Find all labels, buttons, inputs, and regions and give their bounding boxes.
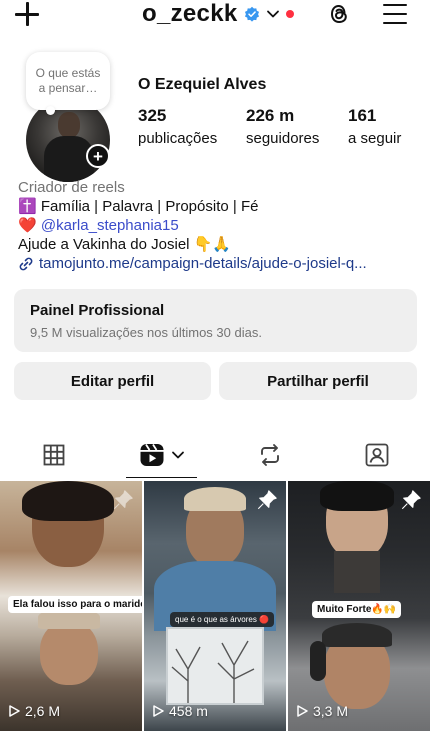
professional-dashboard[interactable]: Painel Profissional 9,5 M visualizações … (14, 289, 417, 352)
note-bubble[interactable]: O que estás a pensar… (26, 52, 110, 110)
reposts-icon (260, 444, 279, 466)
tab-posts[interactable] (0, 432, 107, 478)
posts-grid-icon (43, 444, 64, 466)
reels-grid: Ela falou isso para o marido 😮 2,6 M que… (0, 481, 430, 738)
pin-icon (401, 490, 421, 510)
stat-label: a seguir (348, 130, 402, 147)
stat-value: 226 m (246, 106, 295, 125)
stat-following[interactable]: 161 a seguir (348, 106, 401, 147)
stat-value: 161 (348, 106, 377, 125)
neck-tattoo-image (334, 551, 380, 593)
tagged-icon (365, 443, 388, 467)
bio-link-text: tamojunto.me/campaign-details/ajude-o-jo… (39, 255, 367, 272)
bio-mention-line: ❤️ @karla_stephania15 (18, 216, 418, 235)
reel-views: 458 m (152, 703, 208, 719)
tab-reels[interactable] (108, 432, 215, 478)
reel-views: 2,6 M (8, 703, 60, 719)
heart-emoji: ❤️ (18, 217, 37, 234)
reel-caption: Ela falou isso para o marido 😮 (8, 596, 142, 613)
play-icon (297, 705, 308, 717)
person-image (40, 621, 98, 685)
top-bar: o_zeckk (0, 0, 430, 30)
bio-link[interactable]: tamojunto.me/campaign-details/ajude-o-jo… (18, 254, 418, 273)
bio-line: Ajude a Vakinha do Josiel 👇🙏 (18, 236, 232, 253)
reel-thumbnail[interactable]: Ela falou isso para o marido 😮 2,6 M (0, 481, 142, 731)
stat-posts[interactable]: 325 publicações (138, 106, 217, 147)
note-placeholder: O que estás a pensar… (35, 66, 101, 95)
stat-label: publicações (138, 130, 218, 147)
notification-dot (285, 10, 294, 18)
views-count: 2,6 M (25, 703, 61, 719)
reel-thumbnail[interactable]: Muito Forte🔥🙌 3,3 M (288, 481, 430, 731)
bio-category: Criador de reels (18, 179, 125, 196)
tree-branches-icon (171, 640, 255, 703)
play-icon (9, 705, 20, 717)
hair-image (22, 481, 114, 521)
link-icon (19, 257, 33, 270)
edit-profile-button[interactable]: Editar perfil (14, 362, 211, 400)
dashboard-subtitle: 9,5 M visualizações nos últimos 30 dias. (30, 325, 262, 340)
hamburger-menu-icon[interactable] (383, 3, 407, 25)
dashboard-title: Painel Profissional (30, 302, 165, 319)
verified-badge-icon (244, 6, 259, 22)
bio-line: ✝️ Família | Palavra | Propósito | Fé (18, 198, 259, 215)
reel-caption: Muito Forte🔥🙌 (312, 601, 402, 618)
account-switcher[interactable]: o_zeckk (142, 0, 294, 28)
headphones-image (310, 641, 326, 681)
reels-icon (140, 444, 163, 466)
stat-followers[interactable]: 226 m seguidores (246, 106, 319, 147)
username: o_zeckk (142, 0, 238, 27)
views-count: 3,3 M (313, 703, 349, 719)
chevron-down-icon[interactable] (266, 7, 280, 21)
pin-icon (257, 490, 277, 510)
tab-tagged[interactable] (323, 432, 430, 478)
bio-mention-link[interactable]: @karla_stephania15 (41, 217, 179, 234)
profile-tabs (0, 432, 430, 478)
note-bubble-tail (46, 106, 55, 115)
hair-image (320, 481, 394, 511)
views-count: 458 m (169, 703, 208, 719)
chevron-down-icon (171, 451, 184, 459)
reel-caption: que é o que as árvores 🔴 (170, 612, 275, 627)
tab-reposts[interactable] (216, 432, 323, 478)
pin-icon (113, 490, 133, 510)
play-icon (153, 705, 164, 717)
profile-avatar[interactable]: + (26, 98, 110, 182)
avatar (26, 98, 110, 182)
reel-thumbnail[interactable]: que é o que as árvores 🔴 458 m (144, 481, 286, 731)
reel-views: 3,3 M (296, 703, 348, 719)
share-profile-button[interactable]: Partilhar perfil (219, 362, 417, 400)
plus-icon[interactable] (14, 1, 40, 27)
tree-image (166, 627, 264, 705)
cap-image (184, 487, 246, 511)
bio: Criador de reels ✝️ Família | Palavra | … (18, 178, 418, 273)
add-story-icon[interactable]: + (86, 144, 110, 168)
stat-label: seguidores (246, 130, 320, 147)
full-name: O Ezequiel Alves (138, 76, 267, 93)
stat-value: 325 (138, 106, 167, 125)
threads-icon[interactable] (326, 1, 352, 27)
cap-image (322, 623, 392, 647)
